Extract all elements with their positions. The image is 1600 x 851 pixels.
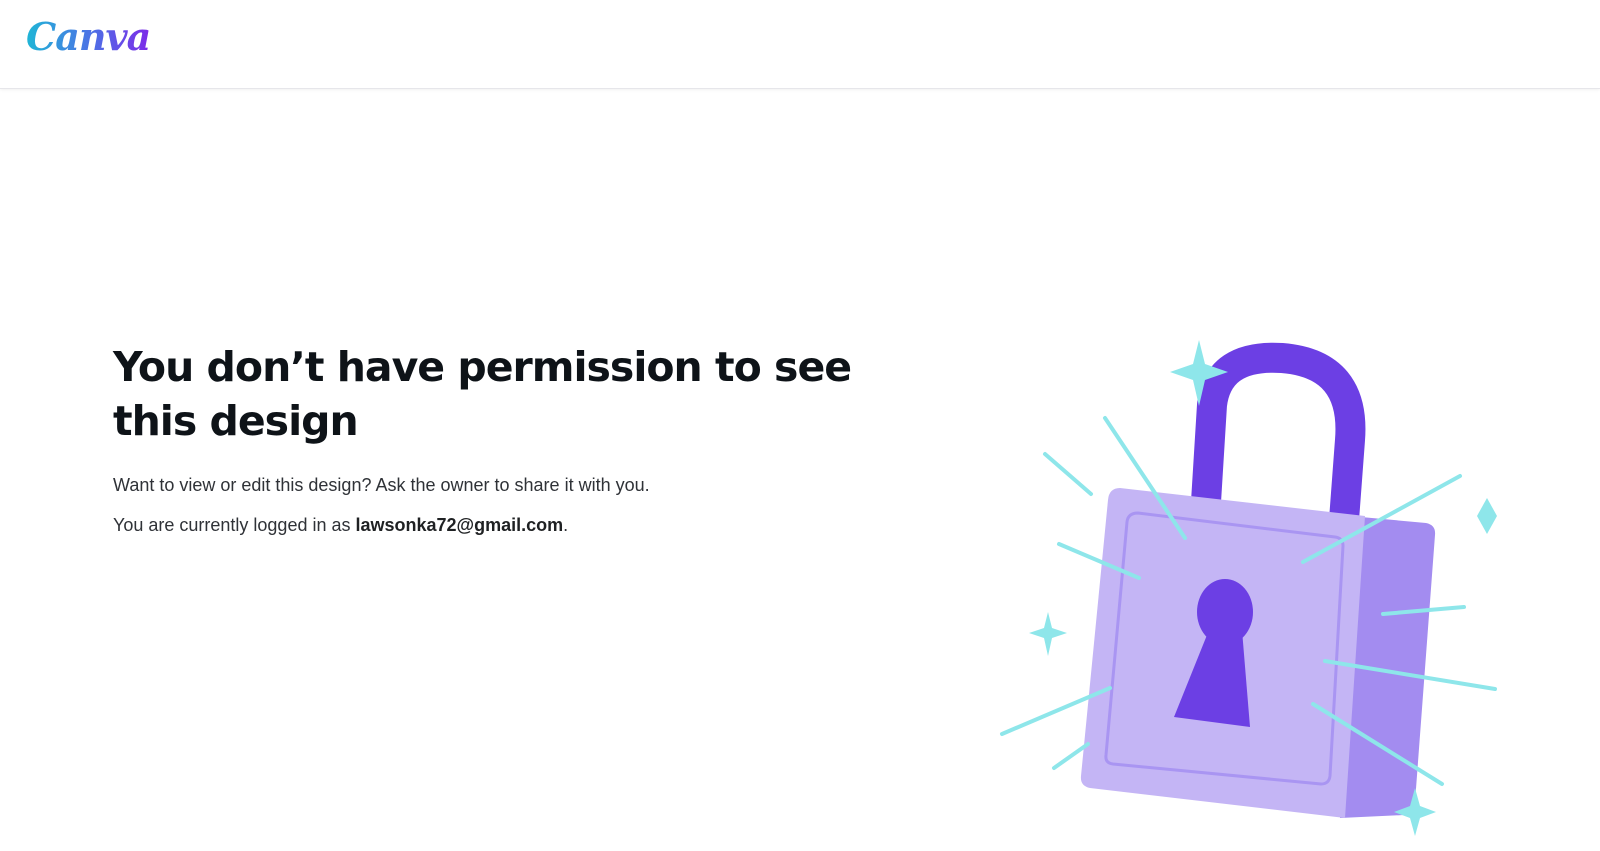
- page-title: You don’t have permission to see this de…: [113, 343, 852, 445]
- user-email: lawsonka72@gmail.com: [355, 515, 564, 535]
- sparkle-diamond: [1477, 498, 1497, 534]
- logged-in-message: You are currently logged in as lawsonka7…: [113, 514, 873, 536]
- canva-logo[interactable]: Canva: [26, 14, 151, 59]
- share-request-message: Want to view or edit this design? Ask th…: [113, 475, 650, 495]
- sparkle-star-left: [1029, 612, 1067, 656]
- permission-message-panel: You don’t have permission to see this de…: [113, 340, 873, 536]
- logged-in-suffix: .: [563, 515, 569, 535]
- padlock-shackle: [1191, 342, 1366, 522]
- top-bar: Canva: [0, 0, 1600, 89]
- padlock-icon: [1000, 340, 1497, 836]
- logged-in-prefix: You are currently logged in as: [113, 515, 356, 535]
